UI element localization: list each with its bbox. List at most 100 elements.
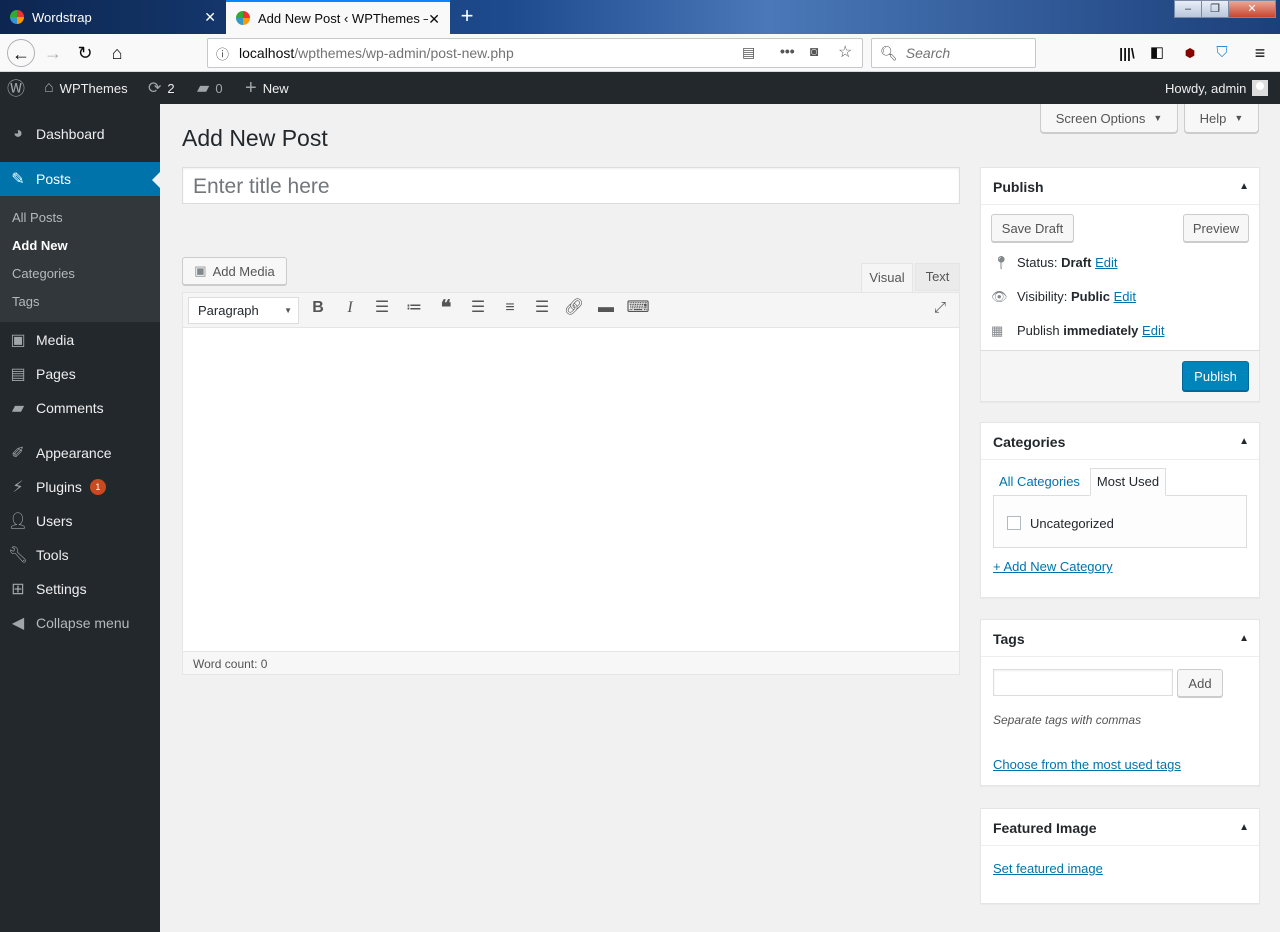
- sidebar-item-media[interactable]: ▣ Media: [0, 323, 160, 357]
- publish-time-value: immediately: [1063, 323, 1139, 338]
- sidebar-item-users[interactable]: 👤︎ Users: [0, 504, 160, 538]
- info-icon[interactable]: ⓘ: [216, 44, 229, 63]
- align-center-icon[interactable]: ≡: [498, 296, 522, 320]
- save-draft-button[interactable]: Save Draft: [991, 214, 1074, 242]
- edit-visibility-link[interactable]: Edit: [1114, 289, 1136, 305]
- edit-schedule-link[interactable]: Edit: [1142, 323, 1164, 339]
- align-left-icon[interactable]: ☰: [466, 296, 490, 320]
- editor-container: [182, 292, 960, 675]
- italic-icon[interactable]: I: [338, 296, 362, 320]
- howdy-text: Howdy, admin: [1165, 80, 1247, 96]
- shield-icon[interactable]: ⛉: [1208, 39, 1236, 67]
- help-button[interactable]: Help ▼: [1184, 104, 1259, 133]
- align-right-icon[interactable]: ☰: [530, 296, 554, 320]
- category-label: Uncategorized: [1030, 516, 1114, 531]
- screen-options-button[interactable]: Screen Options ▼: [1040, 104, 1178, 133]
- submenu-add-new[interactable]: Add New: [12, 238, 68, 253]
- edit-status-link[interactable]: Edit: [1095, 255, 1117, 271]
- tab-visual[interactable]: Visual: [861, 263, 913, 293]
- window-close-icon[interactable]: ✕: [1228, 0, 1276, 18]
- submenu-all-posts[interactable]: All Posts: [12, 210, 63, 225]
- library-icon[interactable]: |||\: [1113, 39, 1141, 67]
- preview-button[interactable]: Preview: [1183, 214, 1249, 242]
- tab-all-categories[interactable]: All Categories: [999, 474, 1080, 489]
- reader-view-icon[interactable]: ▤: [742, 44, 755, 61]
- blockquote-icon[interactable]: ❝: [434, 296, 458, 320]
- tab-title: Wordstrap: [32, 9, 92, 25]
- comments-count: 0: [215, 80, 223, 96]
- link-icon[interactable]: 🔗︎: [562, 296, 586, 320]
- collapse-toggle-icon[interactable]: ▲: [1239, 633, 1249, 644]
- close-tab-icon[interactable]: ✕: [204, 9, 216, 26]
- collapse-menu-button[interactable]: ◀ Collapse menu: [0, 606, 160, 640]
- sidebar-item-plugins[interactable]: ⚡︎ Plugins 1: [0, 470, 160, 504]
- tab-most-used[interactable]: Most Used: [1090, 468, 1166, 496]
- page-actions-icon[interactable]: •••: [780, 43, 795, 59]
- sidebar-item-settings[interactable]: ⊞ Settings: [0, 572, 160, 606]
- category-checkbox[interactable]: [1007, 516, 1021, 530]
- toolbar-toggle-icon[interactable]: ⌨: [626, 296, 650, 320]
- choose-tags-link[interactable]: Choose from the most used tags: [993, 757, 1181, 772]
- publish-box: Publish ▲ Save Draft Preview 📍︎ Status: …: [980, 167, 1260, 402]
- updates-link[interactable]: ⟳ 2: [148, 72, 175, 104]
- new-label: New: [262, 80, 289, 96]
- sidebar-item-dashboard[interactable]: ◕ Dashboard: [0, 117, 160, 151]
- browser-search-bar[interactable]: 🔍︎ Search: [871, 38, 1036, 68]
- wordpress-logo-icon[interactable]: Ⓦ: [7, 72, 25, 104]
- submenu-categories[interactable]: Categories: [12, 266, 75, 281]
- category-list: Uncategorized: [993, 495, 1247, 548]
- back-icon[interactable]: ←: [7, 39, 35, 67]
- reload-icon[interactable]: ↻: [71, 39, 99, 67]
- new-tag-input[interactable]: [993, 669, 1173, 696]
- add-media-button[interactable]: ▣ Add Media: [182, 257, 287, 285]
- minimize-icon[interactable]: –: [1174, 0, 1202, 18]
- new-tab-icon[interactable]: +: [455, 4, 479, 28]
- sidebar-item-comments[interactable]: ▰ Comments: [0, 391, 160, 425]
- maximize-icon[interactable]: ❐: [1201, 0, 1229, 18]
- home-icon[interactable]: ⌂: [103, 39, 131, 67]
- tab-text[interactable]: Text: [915, 263, 960, 291]
- sidebar-item-posts[interactable]: ✎ Posts: [0, 162, 160, 196]
- ublock-icon[interactable]: ⬢: [1176, 39, 1204, 67]
- set-featured-image-link[interactable]: Set featured image: [993, 861, 1103, 876]
- collapse-toggle-icon[interactable]: ▲: [1239, 436, 1249, 447]
- read-more-icon[interactable]: ▬: [594, 296, 618, 320]
- sidebar-item-appearance[interactable]: ✐ Appearance: [0, 436, 160, 470]
- bold-icon[interactable]: B: [306, 296, 330, 320]
- forward-icon[interactable]: →: [39, 39, 67, 67]
- comment-icon: ▰: [197, 80, 210, 97]
- add-new-category-link[interactable]: + Add New Category: [993, 559, 1113, 574]
- bulleted-list-icon[interactable]: ☰: [370, 296, 394, 320]
- sidebar-item-label: Media: [36, 332, 75, 348]
- comments-link[interactable]: ▰ 0: [197, 72, 223, 104]
- updates-count: 2: [167, 80, 175, 96]
- screen-options-label: Screen Options: [1055, 110, 1146, 126]
- bookmark-star-icon[interactable]: ☆: [838, 42, 852, 62]
- submenu-tags[interactable]: Tags: [12, 294, 39, 309]
- menu-hamburger-icon[interactable]: ≡: [1246, 39, 1274, 67]
- publish-button[interactable]: Publish: [1182, 361, 1249, 391]
- sidebar-toggle-icon[interactable]: ◧: [1143, 39, 1171, 67]
- close-tab-icon[interactable]: ✕: [428, 11, 440, 28]
- browser-tab-add-new-post[interactable]: Add New Post ‹ WPThemes — ✕: [226, 0, 450, 34]
- site-name-link[interactable]: ⌂ WPThemes: [44, 72, 128, 104]
- collapse-toggle-icon[interactable]: ▲: [1239, 181, 1249, 192]
- sidebar-item-pages[interactable]: ▤ Pages: [0, 357, 160, 391]
- search-placeholder: Search: [905, 45, 951, 61]
- pocket-icon[interactable]: ◙: [810, 43, 818, 59]
- numbered-list-icon[interactable]: ≔: [402, 296, 426, 320]
- post-title-input[interactable]: Enter title here: [182, 167, 960, 204]
- browser-tab-wordstrap[interactable]: Wordstrap ✕: [0, 0, 226, 34]
- collapse-toggle-icon[interactable]: ▲: [1239, 822, 1249, 833]
- sidebar-item-label: Users: [36, 513, 73, 529]
- format-select[interactable]: Paragraph ▼: [188, 297, 299, 324]
- media-icon: ▣: [10, 332, 26, 349]
- url-bar[interactable]: ⓘ localhost/wpthemes/wp-admin/post-new.p…: [207, 38, 863, 68]
- new-content-link[interactable]: + New: [245, 72, 289, 104]
- add-tag-button[interactable]: Add: [1177, 669, 1223, 697]
- sidebar-item-label: Collapse menu: [36, 615, 130, 631]
- fullscreen-icon[interactable]: ⤢: [928, 296, 952, 320]
- sidebar-item-tools[interactable]: 🔧︎ Tools: [0, 538, 160, 572]
- publish-box-title: Publish: [993, 179, 1044, 195]
- my-account-link[interactable]: Howdy, admin: [1165, 72, 1269, 104]
